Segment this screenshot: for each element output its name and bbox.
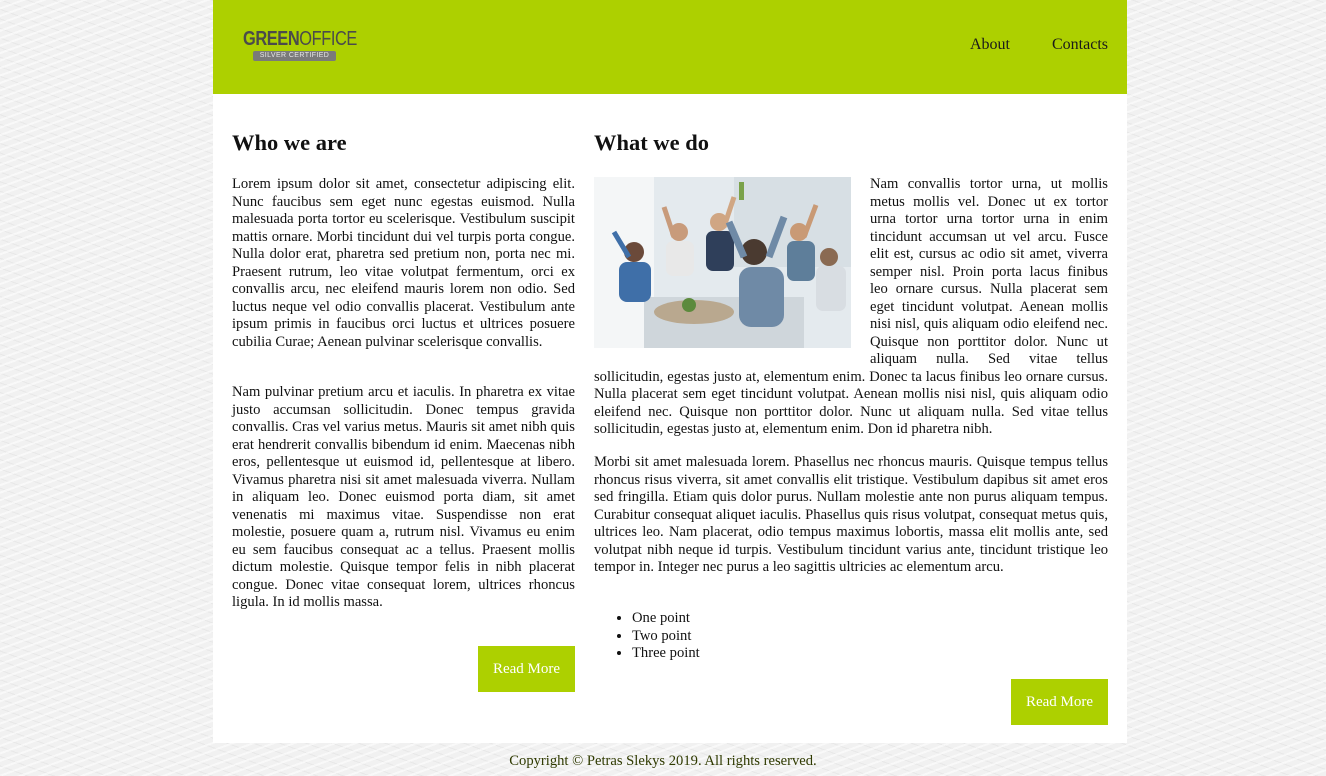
nav-contacts-link[interactable]: Contacts xyxy=(1052,36,1108,54)
paragraph: Morbi sit amet malesuada lorem. Phasellu… xyxy=(594,454,1108,575)
footer-copyright: Copyright © Petras Slekys 2019. All righ… xyxy=(509,753,817,769)
section-title: What we do xyxy=(594,130,710,155)
read-more-button[interactable]: Read More xyxy=(478,646,575,692)
logo-word-green: GREEN xyxy=(243,28,300,50)
read-more-button[interactable]: Read More xyxy=(1011,679,1108,725)
main-nav: About Contacts xyxy=(970,36,1108,54)
paragraph-with-image: Nam convallis tortor urna, ut mollis met… xyxy=(594,176,1108,439)
list-item: Two point xyxy=(632,628,700,646)
team-photo-illustration xyxy=(594,177,851,348)
site-header: GREENOFFICE SILVER CERTIFIED About Conta… xyxy=(213,0,1127,94)
paragraph: Nam pulvinar pretium arcu et iaculis. In… xyxy=(232,384,575,610)
nav-about-link[interactable]: About xyxy=(970,36,1010,54)
logo-wordmark: GREENOFFICE xyxy=(243,28,357,50)
list-item: One point xyxy=(632,610,700,628)
logo-word-office: OFFICE xyxy=(299,28,357,50)
section-title: Who we are xyxy=(232,130,347,155)
list-item: Three point xyxy=(632,645,700,663)
team-photo xyxy=(594,177,851,348)
page-container: GREENOFFICE SILVER CERTIFIED About Conta… xyxy=(213,0,1127,743)
logo[interactable]: GREENOFFICE SILVER CERTIFIED xyxy=(243,28,357,64)
paragraph: Lorem ipsum dolor sit amet, consectetur … xyxy=(232,176,575,350)
logo-badge: SILVER CERTIFIED xyxy=(253,51,336,61)
bullet-list: One point Two point Three point xyxy=(594,610,700,663)
